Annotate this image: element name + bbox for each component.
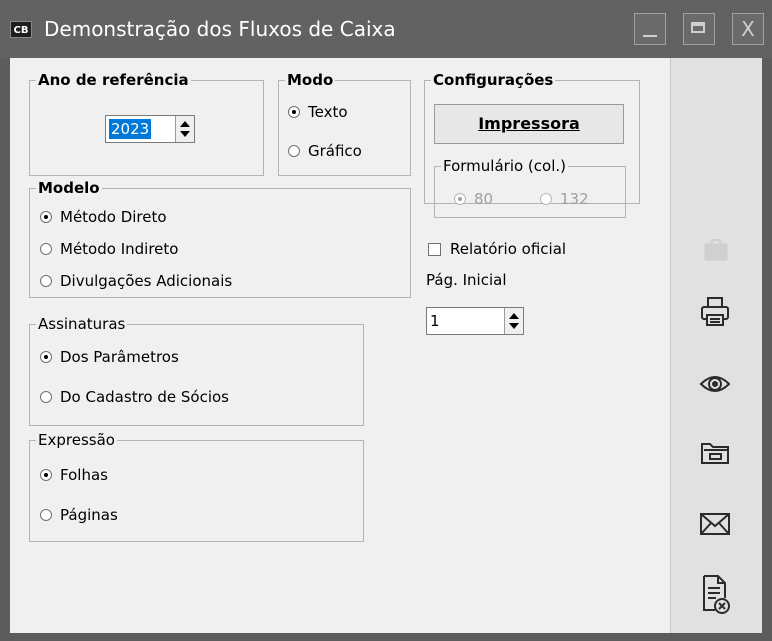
printer-icon[interactable] bbox=[695, 292, 735, 332]
radio-selected-icon bbox=[40, 211, 52, 223]
expressao-paginas-radio[interactable]: Páginas bbox=[40, 506, 118, 524]
window-title: Demonstração dos Fluxos de Caixa bbox=[44, 17, 396, 41]
assinaturas-parametros-radio[interactable]: Dos Parâmetros bbox=[40, 348, 179, 366]
formulario-132-label: 132 bbox=[560, 190, 589, 208]
expressao-group: Expressão bbox=[29, 431, 364, 542]
expressao-legend: Expressão bbox=[36, 431, 117, 449]
dialog-body: Ano de referência 2023 Modo Texto Gráfic… bbox=[10, 58, 762, 633]
spinner-arrows-icon[interactable] bbox=[175, 116, 194, 142]
modo-grafico-label: Gráfico bbox=[308, 142, 362, 160]
radio-icon bbox=[40, 509, 52, 521]
radio-selected-icon bbox=[454, 193, 466, 205]
impressora-button[interactable]: Impressora bbox=[434, 104, 624, 144]
formulario-80-label: 80 bbox=[474, 190, 494, 208]
title-bar[interactable]: CB Demonstração dos Fluxos de Caixa X bbox=[0, 0, 772, 58]
minimize-button[interactable] bbox=[634, 13, 666, 45]
modo-legend: Modo bbox=[285, 71, 336, 89]
pagina-inicial-value[interactable]: 1 bbox=[427, 308, 504, 334]
ano-referencia-spinner[interactable]: 2023 bbox=[105, 115, 195, 143]
assinaturas-group: Assinaturas bbox=[29, 315, 364, 426]
ano-referencia-value[interactable]: 2023 bbox=[109, 119, 152, 139]
formulario-legend: Formulário (col.) bbox=[441, 157, 568, 175]
window: CB Demonstração dos Fluxos de Caixa X An… bbox=[0, 0, 772, 641]
checkbox-icon bbox=[428, 242, 441, 256]
radio-selected-icon bbox=[40, 351, 52, 363]
radio-icon bbox=[540, 193, 552, 205]
action-sidebar bbox=[670, 58, 762, 633]
relatorio-oficial-checkbox[interactable]: Relatório oficial bbox=[428, 240, 566, 258]
modelo-indireto-radio[interactable]: Método Indireto bbox=[40, 240, 178, 258]
envelope-icon[interactable] bbox=[695, 504, 735, 544]
radio-selected-icon bbox=[40, 469, 52, 481]
pagina-inicial-label: Pág. Inicial bbox=[426, 271, 507, 289]
spinner-arrows-icon[interactable] bbox=[504, 308, 523, 334]
eye-icon[interactable] bbox=[695, 364, 735, 404]
briefcase-icon bbox=[695, 230, 735, 270]
close-document-icon[interactable] bbox=[695, 572, 735, 614]
radio-icon bbox=[40, 243, 52, 255]
ano-referencia-legend: Ano de referência bbox=[36, 71, 191, 89]
modelo-direto-label: Método Direto bbox=[60, 208, 167, 226]
maximize-button[interactable] bbox=[683, 13, 715, 45]
relatorio-oficial-label: Relatório oficial bbox=[450, 240, 567, 258]
configuracoes-legend: Configurações bbox=[431, 71, 556, 89]
modelo-indireto-label: Método Indireto bbox=[60, 240, 179, 258]
assinaturas-legend: Assinaturas bbox=[36, 315, 128, 333]
expressao-folhas-radio[interactable]: Folhas bbox=[40, 466, 108, 484]
modo-grafico-radio[interactable]: Gráfico bbox=[288, 142, 362, 160]
expressao-paginas-label: Páginas bbox=[60, 506, 118, 524]
radio-selected-icon bbox=[288, 106, 300, 118]
close-button[interactable]: X bbox=[732, 13, 764, 45]
modelo-divulgacoes-label: Divulgações Adicionais bbox=[60, 272, 233, 290]
modelo-divulgacoes-radio[interactable]: Divulgações Adicionais bbox=[40, 272, 232, 290]
modo-texto-radio[interactable]: Texto bbox=[288, 103, 348, 121]
expressao-folhas-label: Folhas bbox=[60, 466, 108, 484]
modo-group: Modo bbox=[278, 71, 411, 176]
pagina-inicial-spinner[interactable]: 1 bbox=[426, 307, 524, 335]
assinaturas-socios-label: Do Cadastro de Sócios bbox=[60, 388, 229, 406]
modo-texto-label: Texto bbox=[308, 103, 348, 121]
close-icon: X bbox=[741, 17, 755, 41]
assinaturas-socios-radio[interactable]: Do Cadastro de Sócios bbox=[40, 388, 229, 406]
radio-icon bbox=[288, 145, 300, 157]
app-icon: CB bbox=[10, 21, 32, 38]
modelo-direto-radio[interactable]: Método Direto bbox=[40, 208, 167, 226]
radio-icon bbox=[40, 275, 52, 287]
formulario-80-radio[interactable]: 80 bbox=[454, 190, 493, 208]
folder-icon[interactable] bbox=[695, 432, 735, 472]
impressora-label: Impressora bbox=[478, 114, 580, 133]
assinaturas-parametros-label: Dos Parâmetros bbox=[60, 348, 179, 366]
radio-icon bbox=[40, 391, 52, 403]
modelo-legend: Modelo bbox=[36, 179, 102, 197]
formulario-132-radio[interactable]: 132 bbox=[540, 190, 589, 208]
